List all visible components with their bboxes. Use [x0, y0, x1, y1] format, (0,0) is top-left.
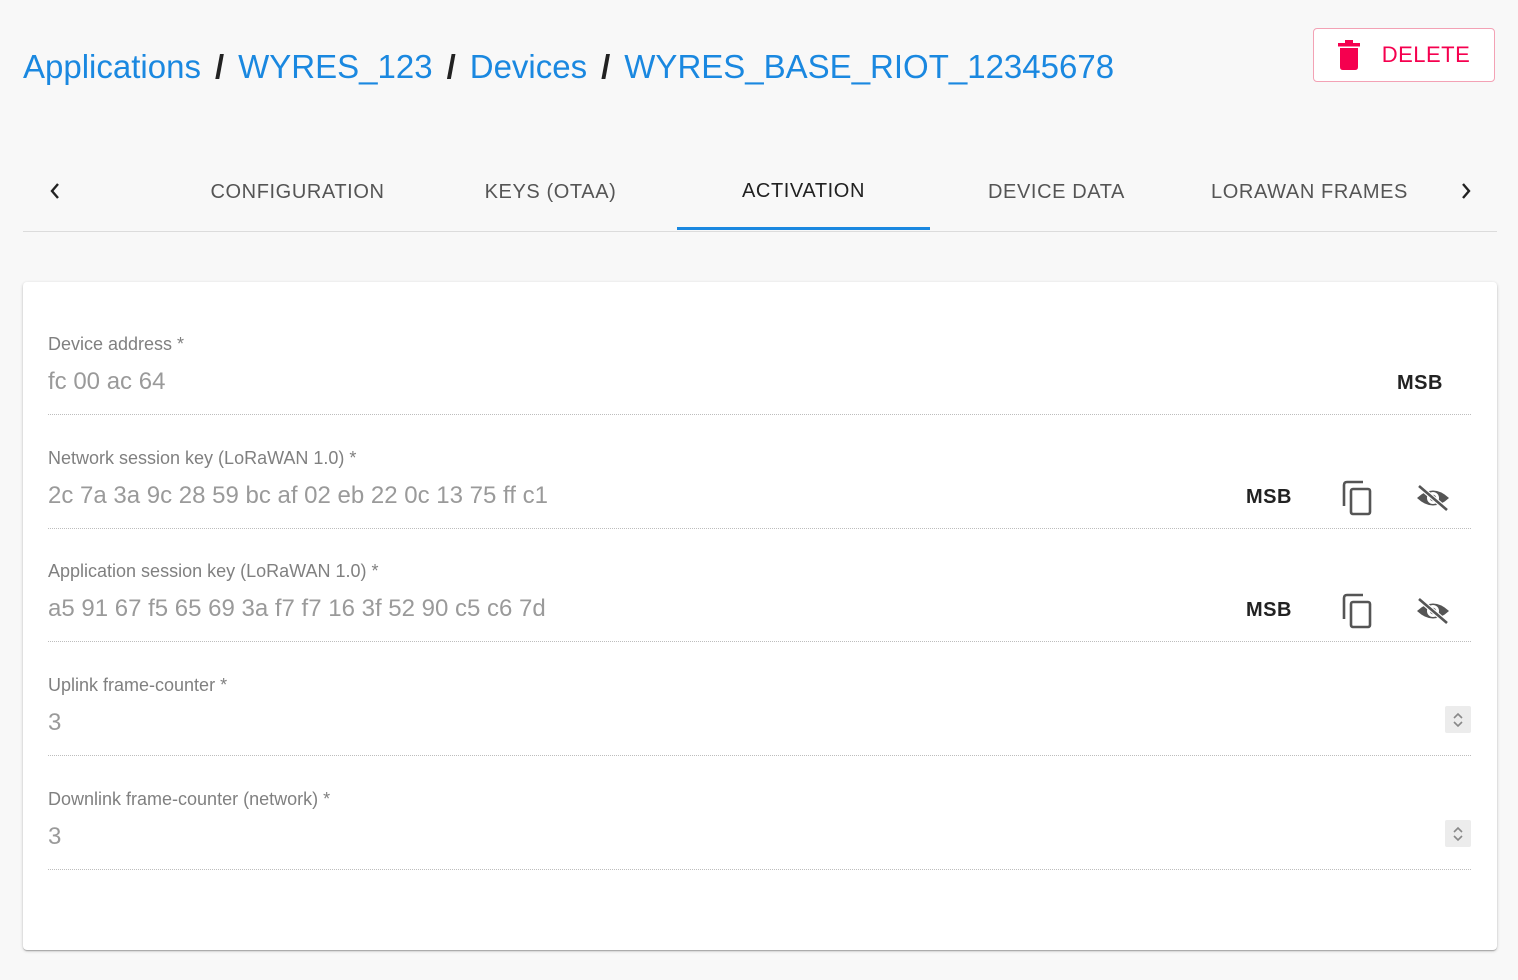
- delete-label: DELETE: [1381, 42, 1471, 67]
- eye-off-icon: [1417, 484, 1449, 512]
- breadcrumb-separator: /: [601, 48, 611, 85]
- chevron-down-icon: [1453, 720, 1463, 727]
- breadcrumb-applications-link[interactable]: Applications: [23, 48, 201, 86]
- trash-icon: [1337, 40, 1360, 70]
- uplink-fcnt-label: Uplink frame-counter *: [48, 675, 228, 695]
- tab-bar: CONFIGURATION KEYS (OTAA) ACTIVATION DEV…: [23, 156, 1497, 232]
- nwk-session-key-copy-button[interactable]: [1337, 478, 1377, 518]
- copy-icon: [1342, 480, 1372, 516]
- field-underline: [48, 869, 1471, 870]
- downlink-fcnt-field: Downlink frame-counter (network) * 3: [48, 789, 1471, 879]
- nwk-session-key-input[interactable]: 2c 7a 3a 9c 28 59 bc af 02 eb 22 0c 13 7…: [48, 482, 548, 510]
- breadcrumb-separator: /: [446, 48, 456, 85]
- chevron-left-icon: [50, 183, 59, 199]
- tab-scroll-right-button[interactable]: [1451, 176, 1481, 206]
- activation-form-card: Device address * fc 00 ac 64 MSB Network…: [23, 282, 1497, 950]
- field-underline: [48, 755, 1471, 756]
- nwk-session-key-field: Network session key (LoRaWAN 1.0) * 2c 7…: [48, 448, 1471, 538]
- breadcrumb-separator: /: [214, 48, 225, 85]
- tab-lorawan-frames[interactable]: LORAWAN FRAMES: [1183, 156, 1436, 229]
- breadcrumb-application-link[interactable]: WYRES_123: [238, 48, 432, 86]
- downlink-fcnt-stepper[interactable]: [1445, 820, 1471, 847]
- chevron-right-icon: [1462, 183, 1471, 199]
- uplink-fcnt-field: Uplink frame-counter * 3: [48, 675, 1471, 765]
- tab-configuration[interactable]: CONFIGURATION: [171, 156, 424, 229]
- nwk-session-key-visibility-button[interactable]: [1413, 478, 1453, 518]
- breadcrumb: Applications / WYRES_123 / Devices / WYR…: [23, 44, 1114, 90]
- chevron-up-icon: [1453, 826, 1463, 833]
- field-underline: [48, 414, 1471, 415]
- app-session-key-byte-order-toggle[interactable]: MSB: [1246, 599, 1292, 622]
- tab-keys-otaa[interactable]: KEYS (OTAA): [424, 156, 677, 229]
- field-underline: [48, 641, 1471, 642]
- chevron-up-icon: [1453, 712, 1463, 719]
- uplink-fcnt-input[interactable]: 3: [48, 709, 61, 737]
- tab-scroll-left-button[interactable]: [40, 176, 70, 206]
- device-address-input[interactable]: fc 00 ac 64: [48, 368, 165, 396]
- field-underline: [48, 528, 1471, 529]
- device-address-label: Device address *: [48, 334, 185, 354]
- app-session-key-visibility-button[interactable]: [1413, 591, 1453, 631]
- nwk-session-key-label: Network session key (LoRaWAN 1.0) *: [48, 448, 357, 468]
- downlink-fcnt-input[interactable]: 3: [48, 823, 61, 851]
- tab-activation[interactable]: ACTIVATION: [677, 156, 930, 230]
- app-session-key-input[interactable]: a5 91 67 f5 65 69 3a f7 f7 16 3f 52 90 c…: [48, 595, 546, 623]
- breadcrumb-device-link[interactable]: WYRES_BASE_RIOT_12345678: [624, 48, 1114, 86]
- device-address-byte-order-toggle[interactable]: MSB: [1397, 372, 1443, 395]
- app-session-key-label: Application session key (LoRaWAN 1.0) *: [48, 561, 379, 581]
- breadcrumb-devices-link[interactable]: Devices: [470, 48, 587, 86]
- tab-device-data[interactable]: DEVICE DATA: [930, 156, 1183, 229]
- nwk-session-key-byte-order-toggle[interactable]: MSB: [1246, 486, 1292, 509]
- app-session-key-field: Application session key (LoRaWAN 1.0) * …: [48, 561, 1471, 651]
- eye-off-icon: [1417, 597, 1449, 625]
- device-address-field: Device address * fc 00 ac 64 MSB: [48, 334, 1471, 424]
- chevron-down-icon: [1453, 834, 1463, 841]
- copy-icon: [1342, 593, 1372, 629]
- app-session-key-copy-button[interactable]: [1337, 591, 1377, 631]
- delete-button[interactable]: DELETE: [1313, 28, 1495, 82]
- uplink-fcnt-stepper[interactable]: [1445, 706, 1471, 733]
- downlink-fcnt-label: Downlink frame-counter (network) *: [48, 789, 331, 809]
